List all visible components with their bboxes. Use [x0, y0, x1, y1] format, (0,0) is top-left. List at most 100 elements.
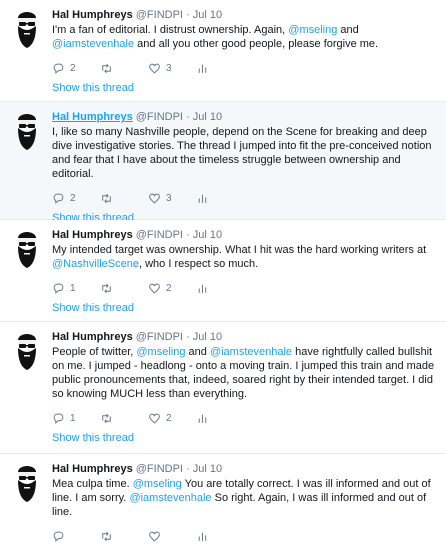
tweet[interactable]: Hal Humphreys @FINDPI · Jul 10 People of… — [0, 322, 446, 454]
tweet[interactable]: Hal Humphreys @FINDPI · Jul 10 I, like s… — [0, 102, 446, 224]
display-name[interactable]: Hal Humphreys — [52, 331, 133, 343]
tweet-date[interactable]: Jul 10 — [193, 9, 222, 21]
show-thread-link[interactable]: Show this thread — [52, 296, 446, 323]
retweet-icon — [102, 63, 111, 73]
bearded-man-avatar-icon — [18, 334, 36, 370]
analytics-icon — [198, 64, 207, 73]
analytics-button[interactable] — [196, 282, 244, 295]
tweet-date[interactable]: Jul 10 — [193, 229, 222, 241]
tweet-text-segment: and all you other good people, please fo… — [134, 38, 379, 50]
like-button[interactable]: 3 — [148, 62, 196, 75]
reply-button[interactable]: 2 — [52, 192, 100, 205]
reply-icon — [53, 193, 64, 204]
tweet-text-segment: People of twitter, — [52, 346, 137, 358]
separator-dot: · — [186, 331, 190, 343]
tweet-text-segment: I, like so many Nashville people, depend… — [52, 126, 432, 180]
show-thread-link[interactable]: Show this thread — [52, 426, 446, 453]
user-handle[interactable]: @FINDPI — [136, 463, 183, 475]
tweet-text-segment: Mea culpa time. — [52, 478, 133, 490]
avatar[interactable] — [12, 332, 42, 372]
separator-dot: · — [186, 9, 190, 21]
mention-link[interactable]: @iamstevenhale — [129, 492, 211, 504]
retweet-button[interactable] — [100, 412, 148, 425]
separator-dot: · — [186, 463, 190, 475]
reply-button[interactable] — [52, 530, 100, 543]
like-count: 2 — [166, 282, 172, 294]
like-button[interactable]: 2 — [148, 282, 196, 295]
tweet-text: I'm a fan of editorial. I distrust owner… — [52, 23, 438, 51]
tweet-text: I, like so many Nashville people, depend… — [52, 125, 438, 181]
avatar[interactable] — [12, 112, 42, 152]
analytics-button[interactable] — [196, 530, 244, 543]
mention-link[interactable]: @mseling — [133, 478, 182, 490]
user-handle[interactable]: @FINDPI — [136, 9, 183, 21]
heart-icon — [149, 193, 160, 203]
tweet-text: My intended target was ownership. What I… — [52, 243, 438, 271]
tweet-text-segment: My intended target was ownership. What I… — [52, 244, 427, 256]
mention-link[interactable]: @mseling — [136, 346, 185, 358]
tweet-header: Hal Humphreys @FINDPI · Jul 10 — [52, 110, 438, 124]
analytics-button[interactable] — [196, 62, 244, 75]
tweet-thread: Hal Humphreys @FINDPI · Jul 10 I'm a fan… — [0, 0, 446, 547]
tweet-date[interactable]: Jul 10 — [193, 463, 222, 475]
like-button[interactable]: 3 — [148, 192, 196, 205]
show-thread-link[interactable]: Show this thread — [52, 76, 446, 103]
reply-icon — [53, 63, 64, 74]
mention-link[interactable]: @iamstevenhale — [52, 38, 134, 50]
heart-icon — [149, 531, 160, 541]
retweet-button[interactable] — [100, 282, 148, 295]
retweet-button[interactable] — [100, 192, 148, 205]
mention-link[interactable]: @NashvilleScene — [52, 258, 139, 270]
tweet-date[interactable]: Jul 10 — [193, 331, 222, 343]
reply-icon — [53, 283, 64, 294]
tweet-header: Hal Humphreys @FINDPI · Jul 10 — [52, 462, 438, 476]
analytics-button[interactable] — [196, 412, 244, 425]
analytics-icon — [198, 414, 207, 423]
retweet-button[interactable] — [100, 62, 148, 75]
tweet-text-segment: and — [185, 346, 210, 358]
tweet-header: Hal Humphreys @FINDPI · Jul 10 — [52, 330, 438, 344]
display-name[interactable]: Hal Humphreys — [52, 463, 133, 475]
heart-icon — [149, 63, 160, 73]
like-button[interactable] — [148, 530, 196, 543]
mention-link[interactable]: @iamstevenhale — [210, 346, 292, 358]
reply-button[interactable]: 1 — [52, 412, 100, 425]
heart-icon — [149, 283, 160, 293]
reply-icon — [53, 531, 64, 542]
avatar[interactable] — [12, 230, 42, 270]
retweet-button[interactable] — [100, 530, 148, 543]
display-name[interactable]: Hal Humphreys — [52, 229, 133, 241]
analytics-icon — [198, 284, 207, 293]
tweet[interactable]: Hal Humphreys @FINDPI · Jul 10 My intend… — [0, 220, 446, 322]
tweet[interactable]: Hal Humphreys @FINDPI · Jul 10 Mea culpa… — [0, 454, 446, 547]
user-handle[interactable]: @FINDPI — [136, 229, 183, 241]
user-handle[interactable]: @FINDPI — [136, 111, 183, 123]
separator-dot: · — [186, 229, 190, 241]
reply-count: 2 — [70, 192, 76, 204]
analytics-button[interactable] — [196, 192, 244, 205]
bearded-man-avatar-icon — [18, 12, 36, 48]
avatar[interactable] — [12, 10, 42, 50]
like-count: 3 — [166, 62, 172, 74]
reply-button[interactable]: 2 — [52, 62, 100, 75]
tweet-text: Mea culpa time. @mseling You are totally… — [52, 477, 438, 519]
reply-count: 1 — [70, 412, 76, 424]
reply-button[interactable]: 1 — [52, 282, 100, 295]
like-button[interactable]: 2 — [148, 412, 196, 425]
tweet-date[interactable]: Jul 10 — [193, 111, 222, 123]
analytics-icon — [198, 532, 207, 541]
user-handle[interactable]: @FINDPI — [136, 331, 183, 343]
tweet[interactable]: Hal Humphreys @FINDPI · Jul 10 I'm a fan… — [0, 0, 446, 102]
tweet-text-segment: and — [337, 24, 359, 36]
retweet-icon — [102, 531, 111, 541]
bearded-man-avatar-icon — [18, 232, 36, 268]
display-name[interactable]: Hal Humphreys — [52, 111, 133, 123]
display-name[interactable]: Hal Humphreys — [52, 9, 133, 21]
retweet-icon — [102, 413, 111, 423]
avatar[interactable] — [12, 464, 42, 504]
tweet-text-segment: I'm a fan of editorial. I distrust owner… — [52, 24, 289, 36]
retweet-icon — [102, 193, 111, 203]
tweet-actions: 1 2 — [52, 280, 438, 296]
tweet-actions — [52, 528, 438, 544]
mention-link[interactable]: @mseling — [288, 24, 337, 36]
